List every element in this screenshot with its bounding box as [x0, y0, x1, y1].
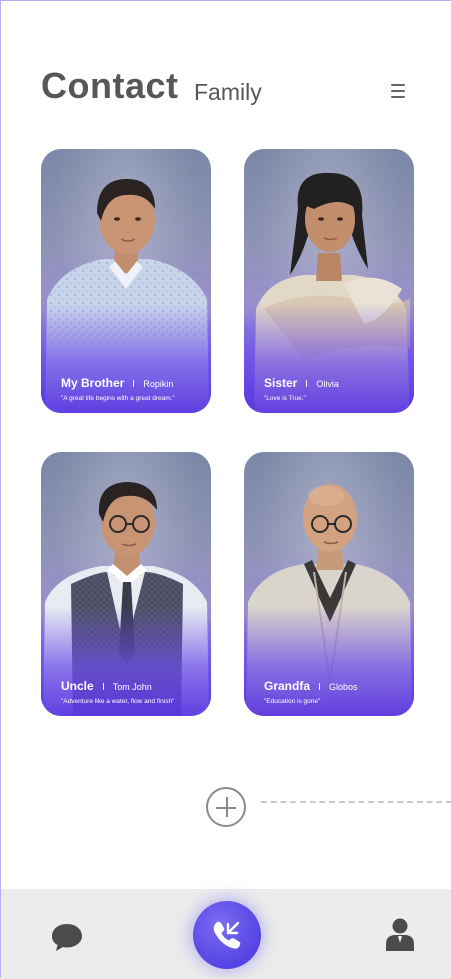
contact-name: Uncle — [61, 679, 94, 693]
contact-name: Grandfa — [264, 679, 311, 693]
contact-card-grandfa[interactable]: Grandfa Globos "Education is gone" — [244, 452, 414, 716]
page-title: Contact — [41, 65, 179, 106]
contact-quote: "Adventure like a water, flow and finish… — [61, 698, 175, 705]
contact-quote: "Love is True." — [264, 395, 306, 402]
contact-name: Sister — [264, 376, 298, 390]
contact-quote: "Education is gone" — [264, 698, 321, 705]
contact-name: My Brother — [61, 376, 125, 390]
contact-quote: "A great life begins with a great dream.… — [61, 395, 175, 402]
card-info: Uncle Tom John "Adventure like a water, … — [61, 679, 199, 706]
card-info: My Brother Ropikin "A great life begins … — [61, 376, 199, 403]
header: Contact Family — [1, 1, 451, 141]
chat-icon[interactable] — [50, 922, 84, 952]
divider — [261, 801, 451, 803]
phone-icon — [213, 921, 241, 949]
contact-nickname: Olivia — [316, 379, 339, 389]
card-info: Grandfa Globos "Education is gone" — [264, 679, 402, 706]
call-button[interactable] — [193, 901, 261, 969]
page-subtitle: Family — [194, 79, 262, 105]
contact-card-brother[interactable]: My Brother Ropikin "A great life begins … — [41, 149, 211, 413]
menu-icon[interactable] — [391, 83, 405, 99]
add-icon[interactable] — [206, 787, 246, 827]
contact-nickname: Tom John — [112, 682, 152, 692]
contact-nickname: Globos — [329, 682, 358, 692]
contact-card-uncle[interactable]: Uncle Tom John "Adventure like a water, … — [41, 452, 211, 716]
card-info: Sister Olivia "Love is True." — [264, 376, 402, 403]
contact-nickname: Ropikin — [143, 379, 174, 389]
contact-card-sister[interactable]: Sister Olivia "Love is True." — [244, 149, 414, 413]
person-icon[interactable] — [385, 917, 415, 951]
